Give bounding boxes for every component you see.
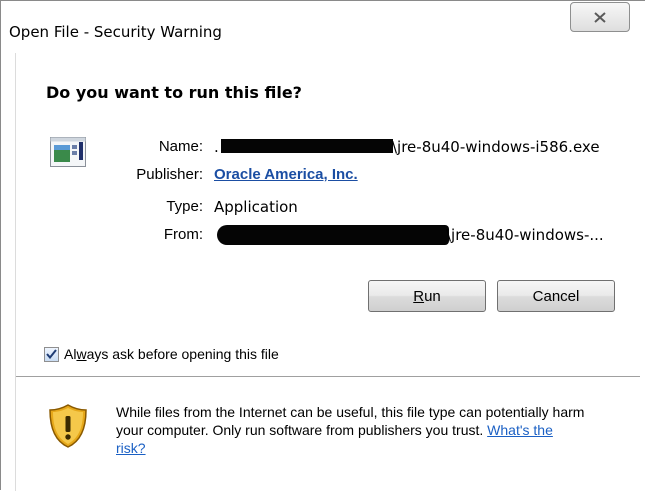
publisher-link[interactable]: Oracle America, Inc. <box>214 166 358 183</box>
close-icon <box>594 11 606 23</box>
type-label: Type: <box>166 198 203 215</box>
run-accelerator: R <box>413 287 425 305</box>
close-button[interactable] <box>570 2 630 32</box>
cancel-button[interactable]: Cancel <box>497 280 615 312</box>
executable-file-icon <box>50 137 86 172</box>
checkmark-icon <box>46 349 57 359</box>
dialog-content: Do you want to run this file? Name: . \j… <box>15 53 640 491</box>
name-redaction <box>221 139 393 153</box>
shield-warning-icon <box>48 403 88 454</box>
dialog-question: Do you want to run this file? <box>46 83 302 102</box>
window-title: Open File - Security Warning <box>9 23 222 41</box>
warning-message: While files from the Internet can be use… <box>116 403 586 457</box>
name-value: \jre-8u40-windows-i586.exe <box>392 138 600 156</box>
from-redaction <box>217 225 449 245</box>
security-warning-dialog: Open File - Security Warning Do you want… <box>0 0 645 491</box>
run-button[interactable]: Run <box>368 280 486 312</box>
title-bar[interactable]: Open File - Security Warning <box>1 1 645 53</box>
name-label: Name: <box>158 138 203 155</box>
from-value: \jre-8u40-windows-... <box>446 226 604 244</box>
type-value: Application <box>214 198 298 216</box>
name-value-prefix: . <box>214 138 219 156</box>
always-ask-row[interactable]: Always ask before opening this file <box>44 345 279 363</box>
run-label: un <box>424 287 441 305</box>
from-label: From: <box>163 226 203 243</box>
publisher-label: Publisher: <box>136 166 203 183</box>
always-ask-checkbox[interactable] <box>44 346 59 362</box>
always-ask-label: Always ask before opening this file <box>64 346 279 362</box>
separator <box>16 376 640 377</box>
